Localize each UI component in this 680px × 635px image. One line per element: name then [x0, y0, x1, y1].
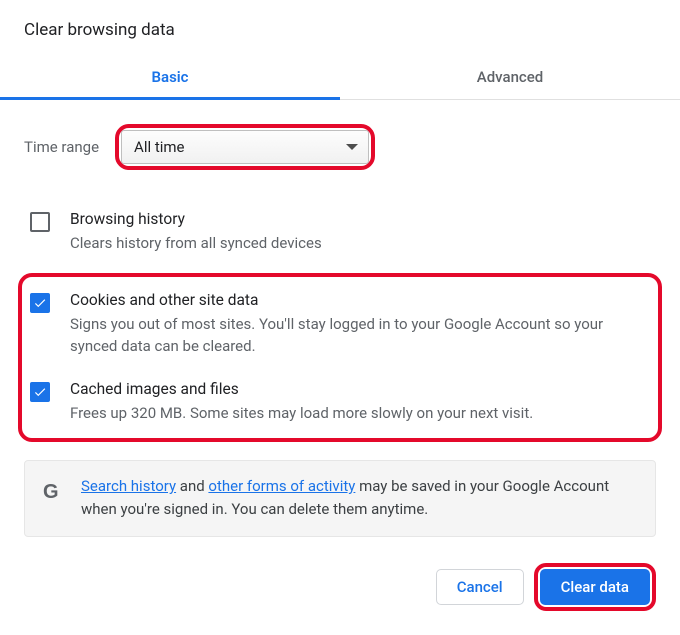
check-icon [33, 296, 47, 310]
option-body: Cached images and files Frees up 320 MB.… [70, 380, 650, 425]
checkbox-cookies[interactable] [30, 293, 50, 313]
time-range-select[interactable]: All time [121, 130, 369, 164]
dialog-title: Clear browsing data [24, 20, 656, 40]
checkbox-browsing-history[interactable] [30, 212, 50, 232]
option-desc: Frees up 320 MB. Some sites may load mor… [70, 402, 650, 425]
clear-browsing-data-dialog: Clear browsing data Basic Advanced Time … [0, 0, 680, 635]
tabs: Basic Advanced [0, 56, 680, 100]
option-body: Browsing history Clears history from all… [70, 210, 650, 255]
check-icon [33, 385, 47, 399]
time-range-value: All time [134, 138, 184, 156]
option-cookies: Cookies and other site data Signs you ou… [24, 281, 656, 370]
cancel-button[interactable]: Cancel [436, 569, 524, 605]
clear-button-highlight: Clear data [534, 563, 656, 611]
option-desc: Signs you out of most sites. You'll stay… [70, 313, 650, 358]
google-account-info: G Search history and other forms of acti… [24, 460, 656, 537]
clear-data-button[interactable]: Clear data [540, 569, 650, 605]
tab-advanced[interactable]: Advanced [340, 56, 680, 99]
link-search-history[interactable]: Search history [81, 477, 176, 495]
option-desc: Clears history from all synced devices [70, 232, 650, 255]
options-highlight-group: Cookies and other site data Signs you ou… [18, 273, 662, 443]
option-title: Cached images and files [70, 380, 650, 398]
checkbox-cached[interactable] [30, 382, 50, 402]
option-body: Cookies and other site data Signs you ou… [70, 291, 650, 358]
time-range-row: Time range All time [24, 124, 656, 170]
dialog-footer: Cancel Clear data [24, 563, 656, 611]
option-browsing-history: Browsing history Clears history from all… [24, 200, 656, 267]
google-g-icon: G [43, 477, 65, 522]
info-text: Search history and other forms of activi… [81, 475, 637, 522]
chevron-down-icon [346, 144, 358, 150]
tab-basic[interactable]: Basic [0, 56, 340, 99]
time-range-label: Time range [24, 138, 99, 156]
option-title: Browsing history [70, 210, 650, 228]
time-range-highlight: All time [115, 124, 375, 170]
option-title: Cookies and other site data [70, 291, 650, 309]
option-cached: Cached images and files Frees up 320 MB.… [24, 370, 656, 437]
link-other-activity[interactable]: other forms of activity [208, 477, 355, 495]
